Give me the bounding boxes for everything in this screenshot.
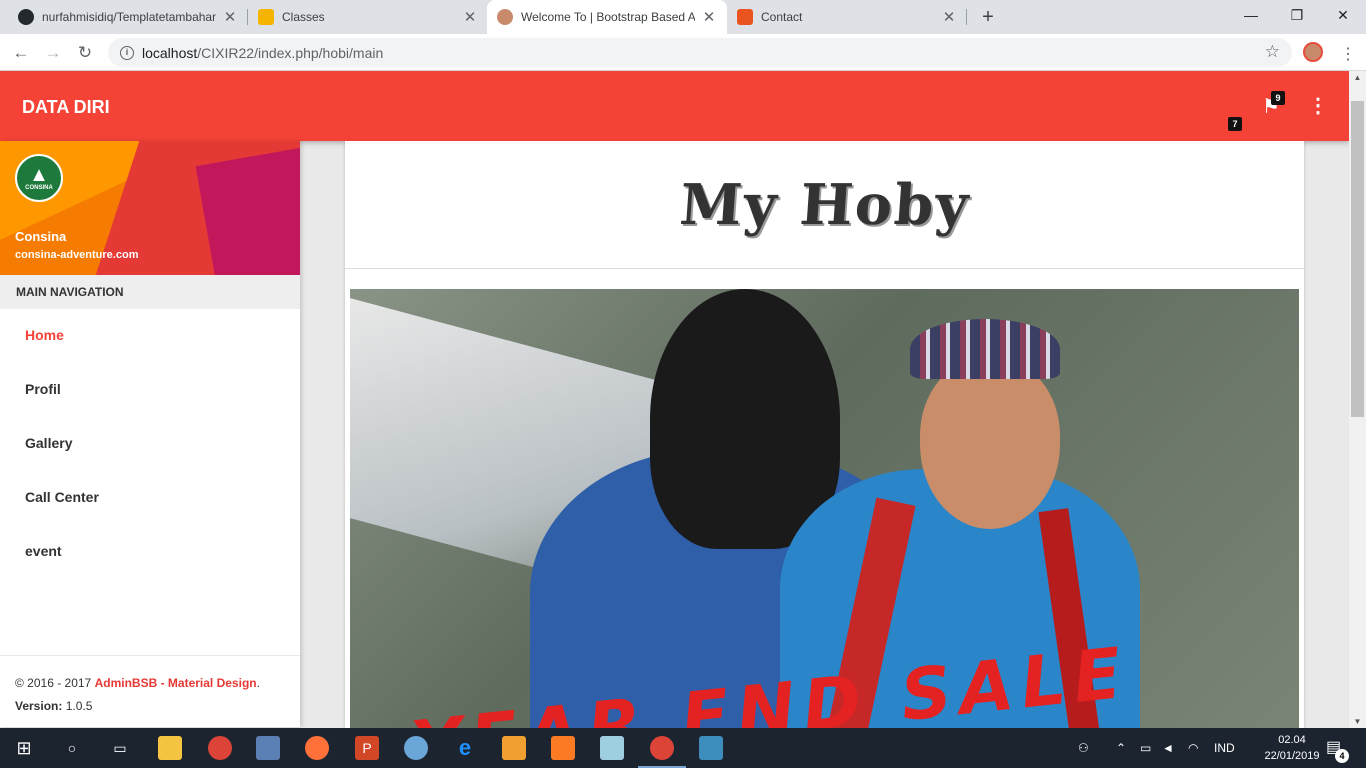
scroll-thumb[interactable] [1351,101,1364,417]
tab-title: nurfahmisidiq/Templatetambahan [42,10,216,24]
search-icon[interactable]: ○ [60,736,84,760]
consina-logo: ▲ CONSINA [15,154,63,202]
close-icon[interactable]: ✕ [701,8,717,26]
sidebar-footer: © 2016 - 2017 AdminBSB - Material Design… [0,655,300,727]
main-menu: Home Profil Gallery Call Center event [0,309,300,579]
reload-icon[interactable]: ↻ [72,40,98,66]
plus-icon[interactable]: + [976,5,1000,29]
tab-classes[interactable]: Classes ✕ [248,0,488,34]
clock-date: 22/01/2019 [1264,750,1320,762]
system-clock[interactable]: 02.04 22/01/2019 [1262,732,1322,764]
browser-tab-bar: nurfahmisidiq/Templatetambahan ✕ Classes… [0,0,1366,34]
logo-text: CONSINA [25,185,53,191]
tab-github[interactable]: nurfahmisidiq/Templatetambahan ✕ [8,0,248,34]
user-site: consina-adventure.com [15,249,139,261]
app-top-bar: DATA DIRI ⚑ 9 7 ⋮ [0,71,1349,141]
menu-item-home[interactable]: Home [0,309,300,363]
more-vert-icon[interactable]: ⋮ [1308,96,1328,116]
menu-item-event[interactable]: event [0,525,300,579]
codeigniter-icon [737,9,753,25]
photo-hair [650,289,840,549]
file-explorer-icon[interactable] [158,736,182,760]
copyright-text: © 2016 - 2017 [15,676,95,690]
menu-item-profil[interactable]: Profil [0,363,300,417]
user-info: ▲ CONSINA Consina consina-adventure.com [0,141,300,275]
avatar-icon [497,9,513,25]
forward-arrow-icon[interactable]: → [40,40,66,66]
task-view-icon[interactable]: ▭ [108,736,132,760]
version-label: Version: [15,699,63,713]
page-scrollbar[interactable]: ▲ ▼ [1349,71,1366,728]
tab-separator [966,9,967,25]
tree-icon: ▲ [29,164,49,186]
language-indicator[interactable]: IND [1214,728,1235,768]
paint-icon[interactable] [404,736,428,760]
photo-face [920,359,1060,529]
window-close-icon[interactable]: ✕ [1320,0,1366,30]
scroll-down-icon[interactable]: ▼ [1349,717,1366,726]
maximize-icon[interactable]: ❐ [1274,0,1320,30]
edge-icon[interactable]: e [453,736,477,760]
virtualbox-icon[interactable] [256,736,280,760]
star-icon[interactable]: ☆ [1265,42,1280,62]
tab-title: Welcome To | Bootstrap Based Admin [521,10,695,24]
github-icon [18,9,34,25]
close-icon[interactable]: ✕ [941,8,957,26]
classroom-icon [258,9,274,25]
flag-badge: 9 [1271,91,1285,105]
adminbsb-link[interactable]: AdminBSB - Material Design [95,676,257,690]
close-icon[interactable]: ✕ [462,8,478,26]
photo-headband [910,319,1060,379]
task-badge: 7 [1228,117,1242,131]
version-value: 1.0.5 [65,699,93,713]
user-name: Consina [15,229,67,244]
battery-icon[interactable]: ▭ [1140,728,1151,768]
menu-item-gallery[interactable]: Gallery [0,417,300,471]
hobby-photo: YEAR END SALE [350,289,1299,728]
xampp-icon[interactable] [551,736,575,760]
copyright-line: © 2016 - 2017 AdminBSB - Material Design… [15,672,285,695]
content-card: My Hoby YEAR END SALE [345,141,1304,728]
profile-avatar[interactable] [1303,42,1323,62]
people-icon[interactable]: ⚇ [1078,728,1089,768]
nav-header: MAIN NAVIGATION [0,275,300,309]
minimize-icon[interactable]: — [1228,0,1274,30]
tab-title: Classes [282,10,325,24]
url-path: /CIXIR22/index.php/hobi/main [197,44,384,61]
powerpoint-icon[interactable]: P [355,736,379,760]
left-sidebar: ▲ CONSINA Consina consina-adventure.com … [0,141,300,727]
menu-item-call-center[interactable]: Call Center [0,471,300,525]
url-input[interactable]: i localhost/CIXIR22/index.php/hobi/main … [108,38,1292,67]
tab-contact[interactable]: Contact ✕ [727,0,967,34]
card-header: My Hoby [345,141,1304,269]
sublime-icon[interactable] [502,736,526,760]
chrome-active-icon[interactable] [650,736,674,760]
volume-icon[interactable]: ◄ [1162,728,1174,768]
scroll-up-icon[interactable]: ▲ [1349,73,1366,82]
address-bar: ← → ↻ i localhost/CIXIR22/index.php/hobi… [0,34,1366,71]
url-host: localhost [142,44,198,61]
windows-start-icon[interactable]: ⊞ [12,736,36,760]
app-brand[interactable]: DATA DIRI [22,97,110,118]
version-line: Version: 1.0.5 [15,695,285,718]
git-icon[interactable] [699,736,723,760]
copyright-period: . [256,676,260,690]
notification-count: 4 [1335,749,1349,763]
tab-title: Contact [761,10,803,24]
back-arrow-icon[interactable]: ← [8,40,34,66]
close-icon[interactable]: ✕ [222,8,238,26]
info-icon[interactable]: i [120,45,134,60]
windows-taskbar: ⊞ ○ ▭ P e ⚇ ⌃ ▭ ◄ ◠ IND 02.04 22/01/2019… [0,728,1366,768]
clock-time: 02.04 [1278,734,1306,746]
chevron-up-icon[interactable]: ⌃ [1116,728,1126,768]
page-title: My Hoby [677,171,972,238]
wifi-icon[interactable]: ◠ [1188,728,1198,768]
chrome-menu-icon[interactable]: ⋮ [1340,44,1356,64]
tab-welcome[interactable]: Welcome To | Bootstrap Based Admin ✕ [487,0,727,34]
firefox-icon[interactable] [305,736,329,760]
notepad-icon[interactable] [600,736,624,760]
chrome-icon[interactable] [208,736,232,760]
